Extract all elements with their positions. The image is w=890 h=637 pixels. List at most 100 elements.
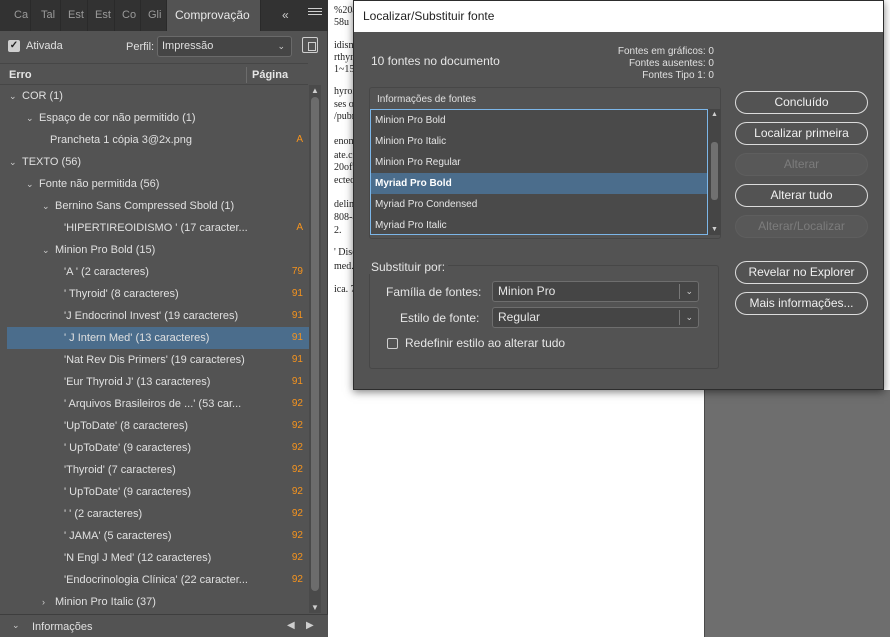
tab-tal[interactable]: Tal bbox=[36, 0, 61, 31]
error-row[interactable]: Prancheta 1 cópia 3@2x.png A bbox=[7, 129, 309, 151]
font-list-item[interactable]: Myriad Pro Italic bbox=[371, 215, 707, 234]
chevron-right-icon[interactable]: › bbox=[42, 591, 45, 613]
error-tree-scrollbar[interactable]: ▲ ▼ bbox=[309, 85, 321, 613]
change-find-button[interactable]: Alterar/Localizar bbox=[735, 215, 868, 238]
tab-ca[interactable]: Ca bbox=[9, 0, 31, 31]
error-row-page[interactable]: 91 bbox=[292, 283, 303, 305]
tab-comprovacao[interactable]: Comprovação bbox=[167, 0, 261, 31]
document-text-fragment: hyroi bbox=[334, 86, 356, 97]
error-row[interactable]: ⌄ Fonte não permitida (56) bbox=[7, 173, 309, 195]
previous-error-icon[interactable]: ◀ bbox=[287, 620, 295, 631]
error-row[interactable]: ⌄ COR (1) bbox=[7, 85, 309, 107]
collapse-icon[interactable]: « bbox=[282, 8, 289, 22]
scroll-up-icon[interactable]: ▲ bbox=[311, 86, 319, 95]
scrollbar-thumb[interactable] bbox=[311, 97, 319, 591]
error-row-page[interactable]: 91 bbox=[292, 327, 303, 349]
error-row-page[interactable]: 92 bbox=[292, 547, 303, 569]
error-row[interactable]: 'N Engl J Med' (12 caracteres) 92 bbox=[7, 547, 309, 569]
font-family-select[interactable]: Minion Pro ⌄ bbox=[492, 281, 699, 302]
panel-menu-icon[interactable] bbox=[308, 6, 322, 20]
error-row[interactable]: 'Endocrinologia Clínica' (22 caracter...… bbox=[7, 569, 309, 591]
replace-with-title: Substituir por: bbox=[368, 260, 449, 274]
error-row[interactable]: ⌄ Bernino Sans Compressed Sbold (1) bbox=[7, 195, 309, 217]
error-row[interactable]: 'HIPERTIREOIDISMO ' (17 caracter... A bbox=[7, 217, 309, 239]
chevron-down-icon[interactable]: ⌄ bbox=[9, 151, 17, 173]
scroll-down-icon[interactable]: ▼ bbox=[711, 226, 718, 233]
error-row-page[interactable]: 91 bbox=[292, 371, 303, 393]
error-row-page[interactable]: A bbox=[296, 129, 303, 151]
scroll-up-icon[interactable]: ▲ bbox=[711, 111, 718, 118]
reveal-in-explorer-button[interactable]: Revelar no Explorer bbox=[735, 261, 868, 284]
scroll-down-icon[interactable]: ▼ bbox=[311, 603, 319, 612]
column-pagina[interactable]: Página bbox=[252, 69, 288, 81]
scrollbar-thumb[interactable] bbox=[711, 142, 718, 200]
chevron-down-icon[interactable]: ⌄ bbox=[26, 107, 34, 129]
error-row[interactable]: ' ' (2 caracteres) 92 bbox=[7, 503, 309, 525]
font-list-scrollbar[interactable]: ▲ ▼ bbox=[708, 109, 721, 235]
error-row[interactable]: ⌄ Minion Pro Bold (15) bbox=[7, 239, 309, 261]
chevron-down-icon[interactable]: ⌄ bbox=[42, 239, 50, 261]
error-row[interactable]: ' UpToDate' (9 caracteres) 92 bbox=[7, 437, 309, 459]
error-row[interactable]: ' Thyroid' (8 caracteres) 91 bbox=[7, 283, 309, 305]
error-row[interactable]: ' J Intern Med' (13 caracteres) 91 bbox=[7, 327, 309, 349]
ativada-checkbox[interactable]: ✓ bbox=[8, 40, 20, 52]
error-row[interactable]: › Minion Pro Italic (37) bbox=[7, 591, 309, 613]
tab-est-2[interactable]: Est bbox=[90, 0, 115, 31]
error-row-page[interactable]: 92 bbox=[292, 481, 303, 503]
chevron-down-icon[interactable]: ⌄ bbox=[9, 85, 17, 107]
error-row[interactable]: 'A ' (2 caracteres) 79 bbox=[7, 261, 309, 283]
error-row-page[interactable]: 92 bbox=[292, 525, 303, 547]
error-row[interactable]: 'Nat Rev Dis Primers' (19 caracteres) 91 bbox=[7, 349, 309, 371]
chevron-down-icon[interactable]: ⌄ bbox=[42, 195, 50, 217]
find-first-button[interactable]: Localizar primeira bbox=[735, 122, 868, 145]
error-row[interactable]: 'UpToDate' (8 caracteres) 92 bbox=[7, 415, 309, 437]
error-row-page[interactable]: 92 bbox=[292, 569, 303, 591]
document-text-fragment: 58u bbox=[334, 17, 349, 28]
error-row-page[interactable]: 92 bbox=[292, 459, 303, 481]
error-row-label: ' J Intern Med' (13 caracteres) bbox=[64, 332, 210, 344]
error-row-page[interactable]: A bbox=[296, 217, 303, 239]
error-row[interactable]: 'J Endocrinol Invest' (19 caracteres) 91 bbox=[7, 305, 309, 327]
error-row-page[interactable]: 91 bbox=[292, 349, 303, 371]
next-error-icon[interactable]: ▶ bbox=[306, 620, 314, 631]
error-row-page[interactable]: 92 bbox=[292, 437, 303, 459]
error-row[interactable]: 'Thyroid' (7 caracteres) 92 bbox=[7, 459, 309, 481]
tab-gli[interactable]: Gli bbox=[143, 0, 167, 31]
perfil-select[interactable]: Impressão ⌄ bbox=[157, 36, 292, 57]
error-row[interactable]: 'Eur Thyroid J' (13 caracteres) 91 bbox=[7, 371, 309, 393]
column-erro[interactable]: Erro bbox=[9, 69, 32, 81]
error-row[interactable]: ' Arquivos Brasileiros de ...' (53 car..… bbox=[7, 393, 309, 415]
tab-co[interactable]: Co bbox=[117, 0, 141, 31]
change-all-button[interactable]: Alterar tudo bbox=[735, 184, 868, 207]
tab-est-1[interactable]: Est bbox=[63, 0, 88, 31]
redefine-style-checkbox[interactable] bbox=[387, 338, 398, 349]
stat-type1-fonts: Fontes Tipo 1: 0 bbox=[642, 70, 714, 81]
error-row-page[interactable]: 79 bbox=[292, 261, 303, 283]
font-list-item[interactable]: Minion Pro Bold bbox=[371, 110, 707, 131]
font-list-item[interactable]: Minion Pro Regular bbox=[371, 152, 707, 173]
error-row-label: 'Thyroid' (7 caracteres) bbox=[64, 464, 176, 476]
perfil-value: Impressão bbox=[162, 40, 214, 52]
error-row-label: ' Thyroid' (8 caracteres) bbox=[64, 288, 179, 300]
more-info-button[interactable]: Mais informações... bbox=[735, 292, 868, 315]
error-row-page[interactable]: 91 bbox=[292, 305, 303, 327]
error-row[interactable]: ⌄ TEXTO (56) bbox=[7, 151, 309, 173]
chevron-down-icon: ⌄ bbox=[277, 41, 285, 51]
error-row-page[interactable]: 92 bbox=[292, 393, 303, 415]
font-style-select[interactable]: Regular ⌄ bbox=[492, 307, 699, 328]
error-row-page[interactable]: 92 bbox=[292, 503, 303, 525]
error-row[interactable]: ' JAMA' (5 caracteres) 92 bbox=[7, 525, 309, 547]
column-separator[interactable] bbox=[246, 67, 247, 83]
expand-info-icon[interactable]: ⌄ bbox=[12, 620, 20, 631]
error-row-page[interactable]: 92 bbox=[292, 415, 303, 437]
change-button[interactable]: Alterar bbox=[735, 153, 868, 176]
define-profiles-icon[interactable] bbox=[302, 37, 318, 53]
font-list-item[interactable]: Minion Pro Italic bbox=[371, 131, 707, 152]
font-list-item[interactable]: Myriad Pro Bold bbox=[371, 173, 707, 194]
font-count: 10 fontes no documento bbox=[371, 54, 500, 68]
error-row[interactable]: ' UpToDate' (9 caracteres) 92 bbox=[7, 481, 309, 503]
font-list-item[interactable]: Myriad Pro Condensed bbox=[371, 194, 707, 215]
chevron-down-icon[interactable]: ⌄ bbox=[26, 173, 34, 195]
error-row[interactable]: ⌄ Espaço de cor não permitido (1) bbox=[7, 107, 309, 129]
done-button[interactable]: Concluído bbox=[735, 91, 868, 114]
